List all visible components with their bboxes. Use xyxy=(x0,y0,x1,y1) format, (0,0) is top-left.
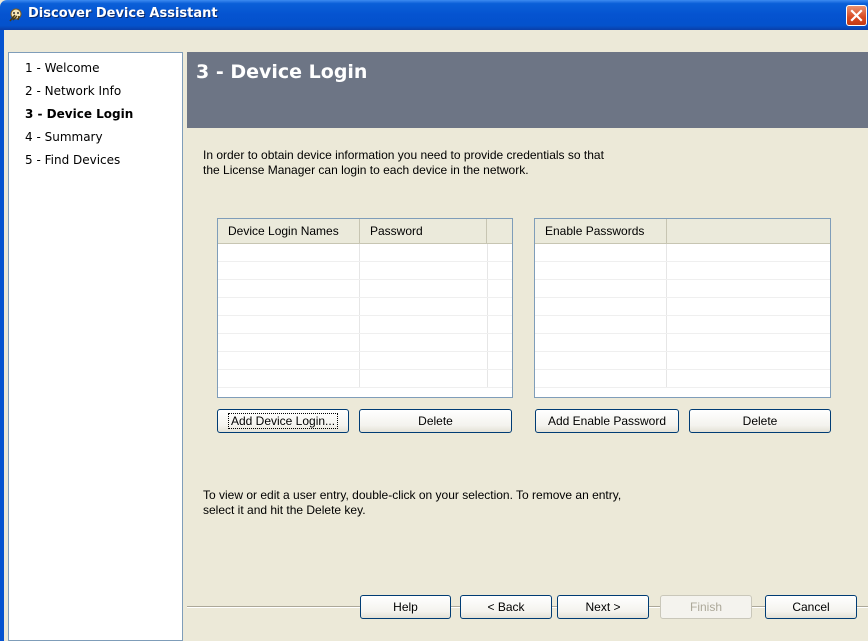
title-bar: Discover Device Assistant xyxy=(0,0,868,30)
table-row[interactable] xyxy=(218,280,512,298)
help-button[interactable]: Help xyxy=(360,595,451,619)
hint-line-2: select it and hit the Delete key. xyxy=(203,503,366,517)
page-header: 3 - Device Login xyxy=(187,52,868,128)
page-title: 3 - Device Login xyxy=(196,61,368,83)
column-header-login-names[interactable]: Device Login Names xyxy=(218,219,360,243)
next-label: Next > xyxy=(585,600,621,614)
add-enable-password-label: Add Enable Password xyxy=(547,414,667,428)
table-row[interactable] xyxy=(218,352,512,370)
back-label: < Back xyxy=(487,600,525,614)
step-find-devices: 5 - Find Devices xyxy=(25,153,121,167)
intro-line-1: In order to obtain device information yo… xyxy=(203,148,604,162)
enable-passwords-table[interactable]: Enable Passwords xyxy=(534,218,831,398)
cancel-label: Cancel xyxy=(792,600,830,614)
hint-line-1: To view or edit a user entry, double-cli… xyxy=(203,488,622,502)
table-row[interactable] xyxy=(535,262,830,280)
add-enable-password-button[interactable]: Add Enable Password xyxy=(535,409,679,433)
table-row[interactable] xyxy=(218,298,512,316)
add-device-login-button[interactable]: Add Device Login... xyxy=(217,409,349,433)
table-row[interactable] xyxy=(218,370,512,388)
table-row[interactable] xyxy=(218,262,512,280)
hint-text: To view or edit a user entry, double-cli… xyxy=(203,488,803,518)
table-header: Device Login Names Password xyxy=(218,219,512,244)
wizard-icon xyxy=(7,6,24,23)
window-title: Discover Device Assistant xyxy=(28,6,218,21)
step-device-login: 3 - Device Login xyxy=(25,107,134,121)
finish-button: Finish xyxy=(660,595,752,619)
table-row[interactable] xyxy=(535,352,830,370)
table-row[interactable] xyxy=(535,244,830,262)
step-summary: 4 - Summary xyxy=(25,130,103,144)
table-row[interactable] xyxy=(535,316,830,334)
device-login-table[interactable]: Device Login Names Password xyxy=(217,218,513,398)
close-icon xyxy=(850,9,863,22)
delete-enable-button[interactable]: Delete xyxy=(689,409,831,433)
help-label: Help xyxy=(393,600,418,614)
delete-login-button[interactable]: Delete xyxy=(359,409,512,433)
delete-login-label: Delete xyxy=(418,414,453,428)
intro-line-2: the License Manager can login to each de… xyxy=(203,163,529,177)
cancel-button[interactable]: Cancel xyxy=(765,595,857,619)
table-header: Enable Passwords xyxy=(535,219,830,244)
table-row[interactable] xyxy=(218,244,512,262)
table-body xyxy=(218,244,512,388)
next-button[interactable]: Next > xyxy=(557,595,649,619)
add-device-login-label: Add Device Login... xyxy=(227,413,339,429)
main-panel: 3 - Device Login In order to obtain devi… xyxy=(187,52,868,641)
window-frame-left xyxy=(0,30,4,641)
intro-text: In order to obtain device information yo… xyxy=(203,148,763,178)
table-row[interactable] xyxy=(218,334,512,352)
step-welcome: 1 - Welcome xyxy=(25,61,100,75)
finish-label: Finish xyxy=(689,600,722,614)
column-header-password[interactable]: Password xyxy=(360,219,487,243)
table-row[interactable] xyxy=(218,316,512,334)
step-network-info: 2 - Network Info xyxy=(25,84,122,98)
table-row[interactable] xyxy=(535,370,830,388)
table-row[interactable] xyxy=(535,334,830,352)
back-button[interactable]: < Back xyxy=(460,595,552,619)
table-row[interactable] xyxy=(535,298,830,316)
table-row[interactable] xyxy=(535,280,830,298)
steps-sidebar: 1 - Welcome 2 - Network Info 3 - Device … xyxy=(8,52,183,641)
column-header-enable-passwords[interactable]: Enable Passwords xyxy=(535,219,667,243)
delete-enable-label: Delete xyxy=(742,414,778,428)
table-body xyxy=(535,244,830,388)
close-button[interactable] xyxy=(846,5,867,26)
